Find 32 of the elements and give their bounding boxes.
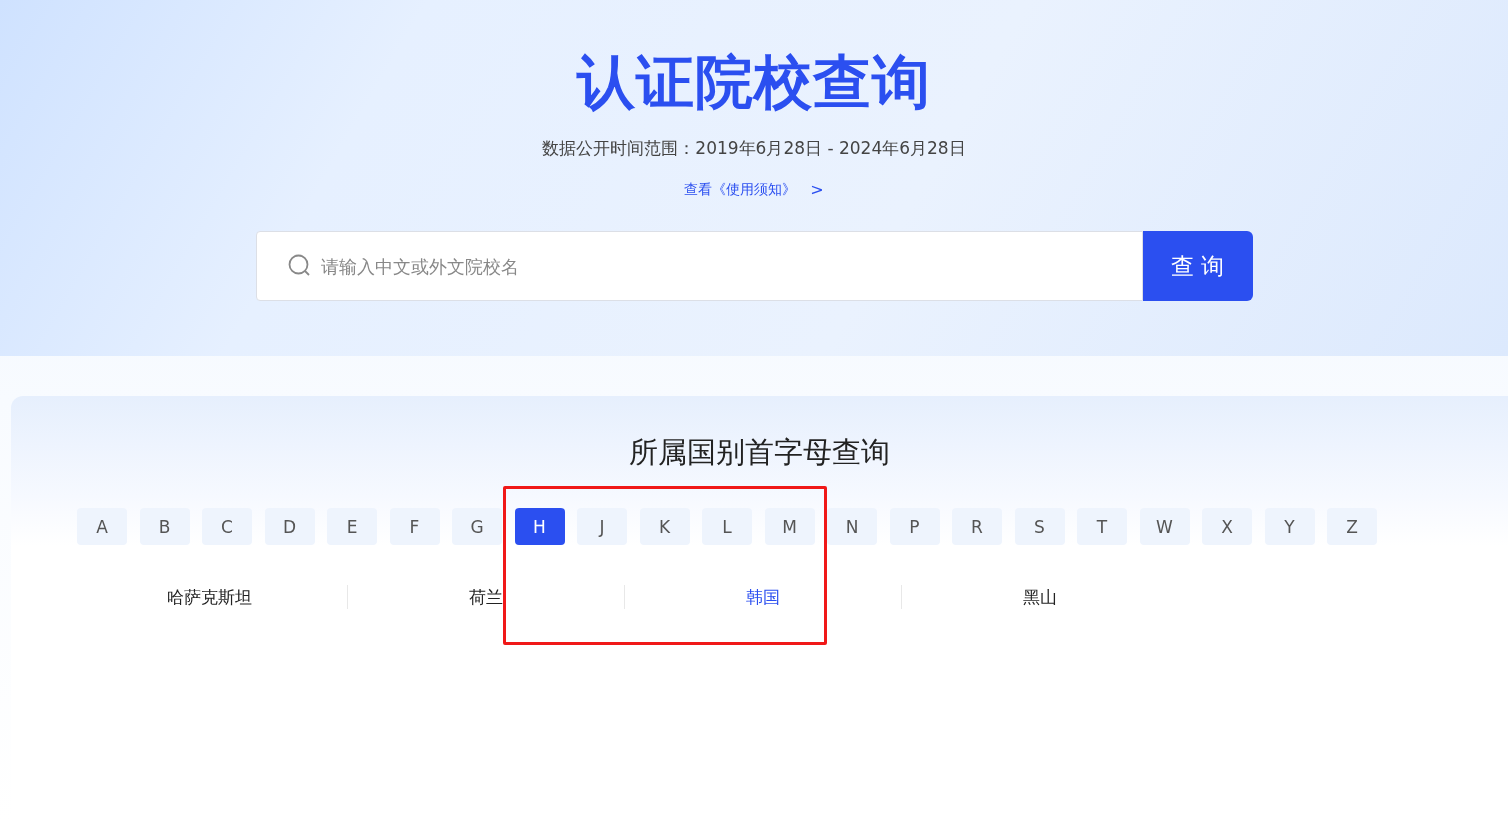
date-range-text: 数据公开时间范围：2019年6月28日 - 2024年6月28日 [542, 137, 966, 160]
letter-tab[interactable]: L [702, 508, 752, 545]
letter-tab[interactable]: M [764, 508, 815, 545]
letter-tab[interactable]: Z [1327, 508, 1377, 545]
notice-link[interactable]: 查看《使用须知》 > [684, 180, 824, 199]
country-link[interactable]: 荷兰 [469, 585, 503, 609]
search-icon [287, 254, 312, 278]
letter-tab[interactable]: W [1139, 508, 1190, 545]
letter-tab[interactable]: J [577, 508, 627, 545]
letter-tab[interactable]: X [1202, 508, 1252, 545]
letter-tab[interactable]: N [827, 508, 877, 545]
country-link[interactable]: 黑山 [1023, 585, 1057, 609]
country-link[interactable]: 哈萨克斯坦 [166, 585, 252, 609]
letter-tab[interactable]: T [1077, 508, 1127, 545]
letter-tab[interactable]: A [77, 508, 127, 545]
search-button[interactable]: 查 询 [1142, 231, 1253, 301]
letter-tab[interactable]: P [889, 508, 940, 545]
letter-tab[interactable]: B [139, 508, 190, 545]
letter-tab[interactable]: R [952, 508, 1002, 545]
letter-tab[interactable]: S [1014, 508, 1065, 545]
letter-tab[interactable]: H [514, 508, 565, 545]
letter-tab[interactable]: G [452, 508, 502, 545]
letter-tab[interactable]: E [327, 508, 377, 545]
letter-tab[interactable]: Y [1264, 508, 1315, 545]
country-link[interactable]: 韩国 [746, 585, 780, 609]
page-title: 认证院校查询 [577, 47, 931, 118]
search-field[interactable]: 请输入中文或外文院校名 [255, 231, 1143, 301]
letter-tab[interactable]: C [202, 508, 252, 545]
letter-tab[interactable]: D [264, 508, 315, 545]
letter-tab[interactable]: F [389, 508, 440, 545]
section-title: 所属国别首字母查询 [628, 434, 891, 471]
letter-tab[interactable]: K [639, 508, 690, 545]
